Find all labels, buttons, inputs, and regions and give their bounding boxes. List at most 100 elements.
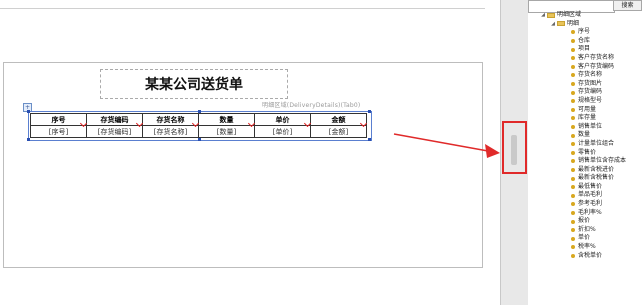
resize-handle[interactable]	[27, 138, 30, 141]
header-cell[interactable]: 金额	[310, 113, 367, 126]
expand-arrow-icon[interactable]: ◢	[540, 11, 546, 20]
field-icon	[571, 245, 575, 250]
tree-field-item[interactable]: 最新含税售价	[536, 174, 642, 183]
field-icon	[571, 82, 575, 87]
field-icon	[571, 228, 575, 233]
tree-field-item[interactable]: 项目	[536, 45, 642, 54]
field-icon	[571, 176, 575, 181]
tree-field-item[interactable]: 单价	[536, 234, 642, 243]
field-cell[interactable]: [序号]	[30, 125, 87, 138]
field-icon	[571, 64, 575, 69]
tree-field-label: 客户存货编码	[578, 62, 615, 70]
resize-handle[interactable]	[368, 110, 371, 113]
field-cell[interactable]: [存货名称]	[142, 125, 199, 138]
header-cell[interactable]: 存货名称	[142, 113, 199, 126]
page-header-band	[0, 0, 485, 9]
tree-field-label: 毛利率%	[578, 208, 602, 216]
field-icon	[571, 142, 575, 147]
field-list: 序号 仓库 项目 客户存货名称 客户存货编码 存货名称 存货图片 存货编码 规格型号 可用量 库存量…	[536, 28, 642, 260]
tree-field-label: 可用量	[578, 105, 597, 113]
resize-handle[interactable]	[368, 138, 371, 141]
field-icon	[571, 56, 575, 61]
tree-node-detail[interactable]: ◢ 明细	[536, 20, 642, 29]
annotation-arrow-icon	[393, 133, 500, 158]
field-icon	[571, 159, 575, 164]
field-icon	[571, 116, 575, 121]
resize-handle[interactable]	[27, 110, 30, 113]
tree-field-item[interactable]: 客户存货编码	[536, 63, 642, 72]
field-icon	[571, 30, 575, 35]
tree-field-item[interactable]: 报价	[536, 217, 642, 226]
folder-icon	[547, 12, 555, 18]
detail-table[interactable]: 序号 存货编码 存货名称 数量 单价 金额 [序号] [存货编码] [存货名称]…	[30, 113, 367, 138]
tree-field-label: 存货名称	[578, 71, 603, 79]
field-icon	[571, 202, 575, 207]
field-tree: ◢ 明细区域 ◢ 明细 序号 仓库 项目 客户存货名称 客户存货编码 存货名称 存货图片 存货…	[536, 11, 642, 260]
tree-field-item[interactable]: 毛利率%	[536, 209, 642, 218]
tree-field-item[interactable]: 存货名称	[536, 71, 642, 80]
tree-field-label: 报价	[578, 217, 591, 225]
tree-field-label: 参考毛利	[578, 200, 603, 208]
tree-field-label: 最新含税售价	[578, 174, 615, 182]
field-icon	[571, 125, 575, 130]
expand-arrow-icon[interactable]: ◢	[550, 20, 556, 29]
tree-field-item[interactable]: 可用量	[536, 106, 642, 115]
tree-field-item[interactable]: 参考毛利	[536, 200, 642, 209]
header-cell[interactable]: 序号	[30, 113, 87, 126]
tree-field-label: 最新含税进价	[578, 165, 615, 173]
tree-field-label: 税率%	[578, 243, 596, 251]
field-icon	[571, 73, 575, 78]
field-cell[interactable]: [单价]	[254, 125, 311, 138]
tree-field-label: 零售价	[578, 148, 597, 156]
tree-field-item[interactable]: 税率%	[536, 243, 642, 252]
tree-field-label: 库存量	[578, 114, 597, 122]
search-button[interactable]: 搜索	[613, 0, 642, 11]
tree-field-item[interactable]: 销售单位含存成本	[536, 157, 642, 166]
field-icon	[571, 99, 575, 104]
tree-node-detail-area[interactable]: ◢ 明细区域	[536, 11, 642, 20]
report-title[interactable]: 某某公司送货单	[100, 69, 288, 99]
tree-field-label: 单价	[578, 234, 591, 242]
tree-field-item[interactable]: 仓库	[536, 37, 642, 46]
tree-field-label: 序号	[578, 28, 591, 36]
field-icon	[571, 39, 575, 44]
tree-field-item[interactable]: 最新含税进价	[536, 166, 642, 175]
tree-field-item[interactable]: 客户存货名称	[536, 54, 642, 63]
tree-field-item[interactable]: 零售价	[536, 149, 642, 158]
field-icon	[571, 236, 575, 241]
tree-node-label: 明细	[567, 19, 580, 27]
tree-field-item[interactable]: 数量	[536, 131, 642, 140]
field-icon	[571, 90, 575, 95]
field-cell[interactable]: [存货编码]	[86, 125, 143, 138]
tree-field-item[interactable]: 单品毛利	[536, 191, 642, 200]
tree-field-label: 存货编码	[578, 88, 603, 96]
tree-field-item[interactable]: 规格型号	[536, 97, 642, 106]
field-icon	[571, 219, 575, 224]
table-field-row: [序号] [存货编码] [存货名称] [数量] [单价] [金额]	[30, 125, 367, 138]
field-icon	[571, 193, 575, 198]
tree-field-label: 项目	[578, 45, 591, 53]
header-cell[interactable]: 数量	[198, 113, 255, 126]
field-icon	[571, 253, 575, 258]
header-cell[interactable]: 存货编码	[86, 113, 143, 126]
annotation-highlight-box	[502, 121, 527, 174]
tree-field-label: 数量	[578, 131, 591, 139]
field-icon	[571, 210, 575, 215]
tree-field-item[interactable]: 库存量	[536, 114, 642, 123]
field-icon	[571, 107, 575, 112]
header-cell[interactable]: 单价	[254, 113, 311, 126]
tree-field-item[interactable]: 存货编码	[536, 88, 642, 97]
tree-field-label: 单品毛利	[578, 191, 603, 199]
tree-field-item[interactable]: 计量单位组合	[536, 140, 642, 149]
tree-field-item[interactable]: 含税单价	[536, 252, 642, 261]
tree-field-item[interactable]: 序号	[536, 28, 642, 37]
field-cell[interactable]: [数量]	[198, 125, 255, 138]
tree-field-label: 规格型号	[578, 96, 603, 104]
field-icon	[571, 133, 575, 138]
tree-node-label: 明细区域	[557, 11, 582, 18]
tree-field-label: 含税单价	[578, 251, 603, 259]
field-cell[interactable]: [金额]	[310, 125, 367, 138]
resize-handle[interactable]	[198, 138, 201, 141]
resize-handle[interactable]	[198, 110, 201, 113]
detail-binding-label: 明细区域(DeliveryDetails)(Tab0)	[262, 102, 361, 109]
